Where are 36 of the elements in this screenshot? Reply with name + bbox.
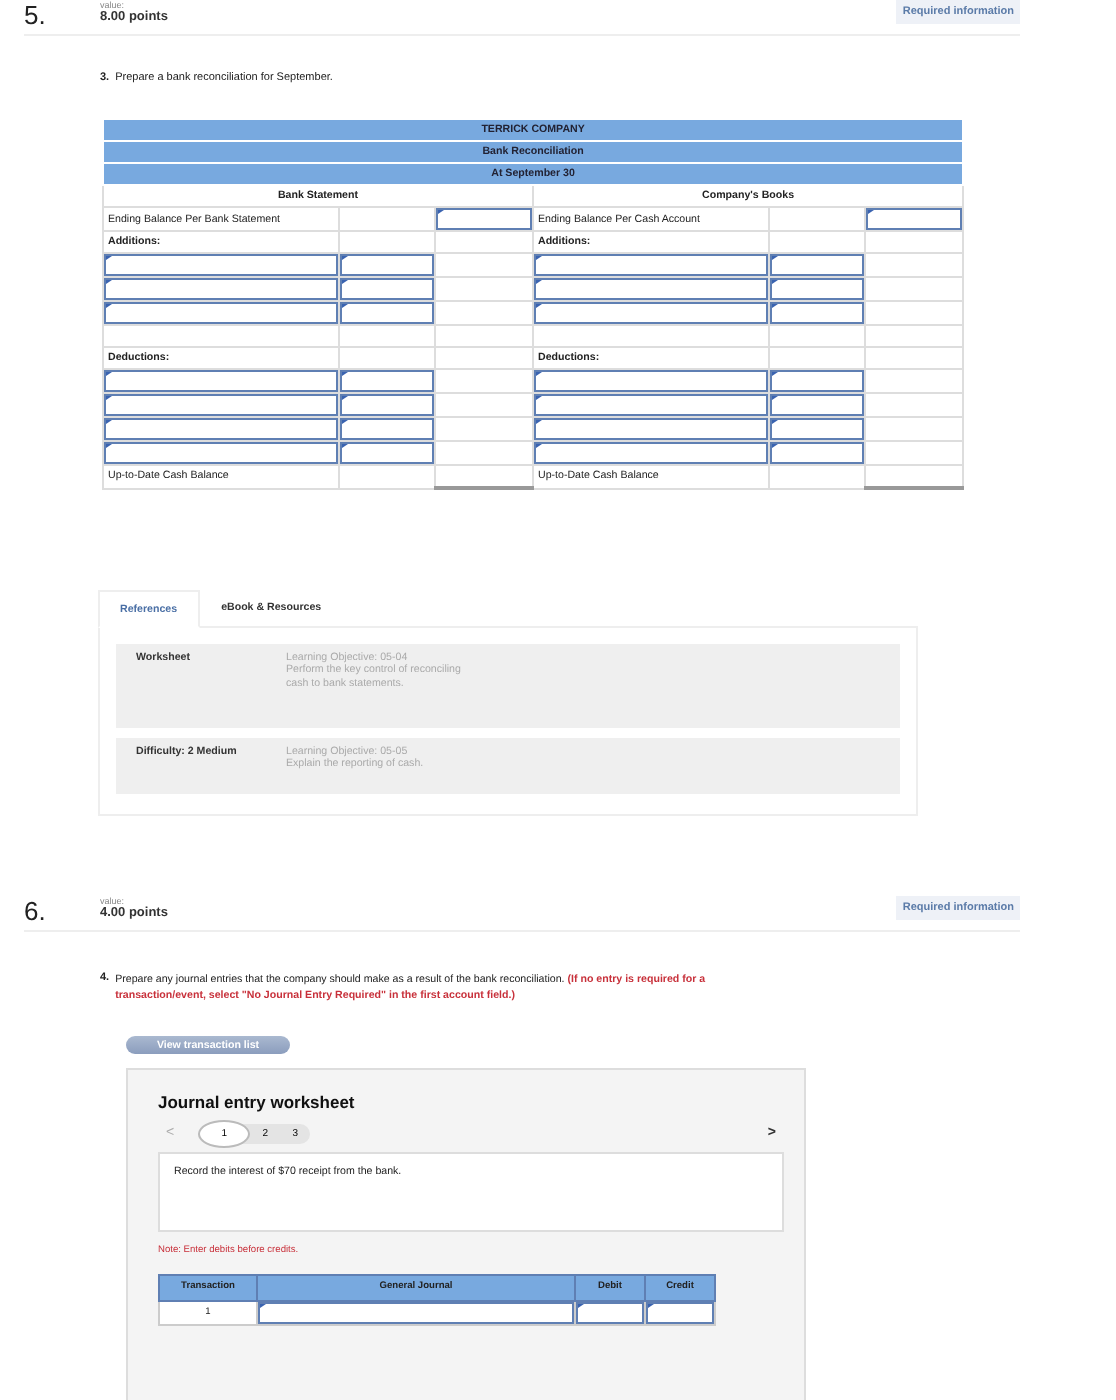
input-field[interactable] — [104, 442, 338, 464]
input-field[interactable] — [770, 278, 864, 300]
question-number: 5. — [24, 0, 48, 30]
input-field[interactable] — [534, 302, 768, 324]
input-field[interactable] — [770, 254, 864, 276]
input-field[interactable] — [646, 1301, 714, 1323]
input-field[interactable] — [104, 418, 338, 440]
input-field[interactable] — [340, 302, 434, 324]
input-field[interactable] — [340, 394, 434, 416]
input-field[interactable] — [340, 278, 434, 300]
worksheet-title: Journal entry worksheet — [158, 1091, 355, 1111]
question-number: 6. — [24, 896, 48, 926]
input-field[interactable] — [104, 254, 338, 276]
input-field[interactable] — [104, 302, 338, 324]
input-field[interactable] — [770, 302, 864, 324]
input-field[interactable] — [340, 370, 434, 392]
input-field[interactable] — [104, 370, 338, 392]
input-field[interactable] — [770, 418, 864, 440]
input-field[interactable] — [770, 442, 864, 464]
input-field[interactable] — [534, 418, 768, 440]
input-field[interactable] — [576, 1301, 644, 1323]
input-field[interactable] — [534, 278, 768, 300]
input-field[interactable] — [104, 278, 338, 300]
input-field[interactable] — [104, 394, 338, 416]
input-field[interactable] — [258, 1301, 574, 1323]
input-field[interactable] — [340, 442, 434, 464]
input-field[interactable] — [770, 370, 864, 392]
input-field[interactable] — [340, 418, 434, 440]
input-field[interactable] — [340, 254, 434, 276]
input-field[interactable] — [534, 254, 768, 276]
input-field[interactable] — [770, 394, 864, 416]
input-field[interactable] — [534, 442, 768, 464]
input-field[interactable] — [534, 394, 768, 416]
input-field[interactable] — [866, 208, 963, 230]
input-field[interactable] — [436, 208, 532, 230]
input-field[interactable] — [534, 370, 768, 392]
